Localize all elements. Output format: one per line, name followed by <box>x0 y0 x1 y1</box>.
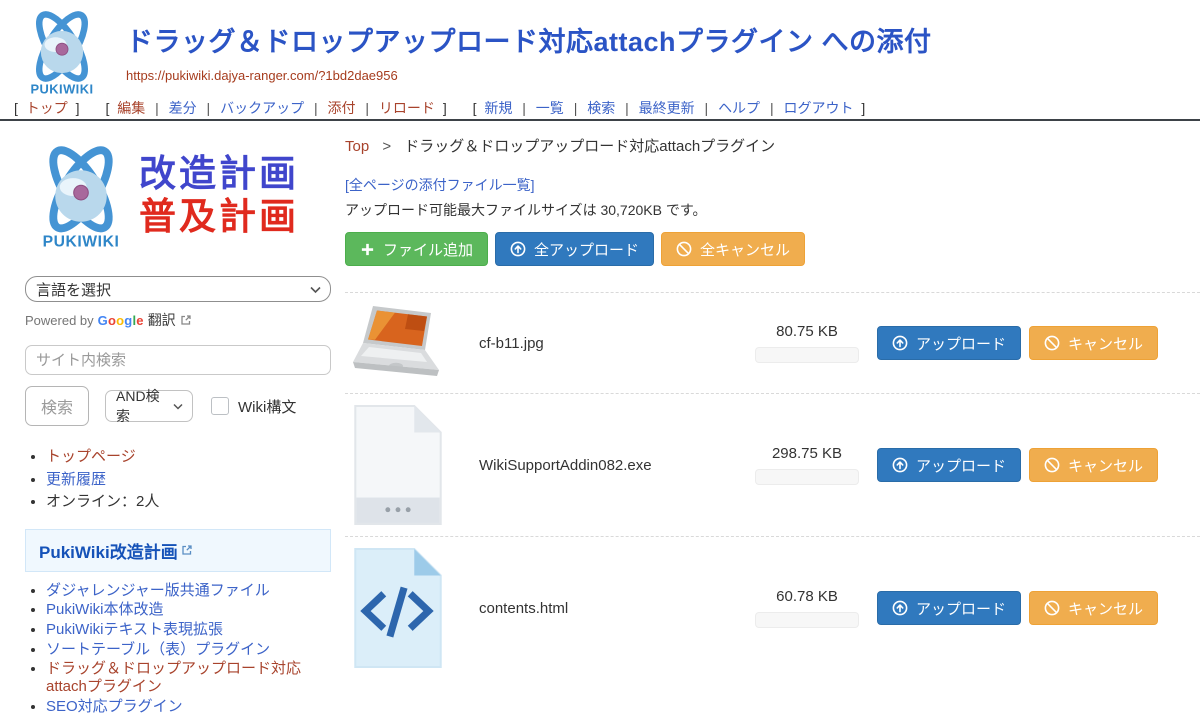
breadcrumb-current: ドラッグ＆ドロップアップロード対応attachプラグイン <box>404 138 775 155</box>
pukiwiki-atom-icon: PUKIWIKI <box>25 140 137 252</box>
external-link-icon <box>180 314 192 326</box>
upload-button[interactable]: アップロード <box>877 326 1021 360</box>
page-title: ドラッグ＆ドロップアップロード対応attachプラグイン への添付 <box>126 20 932 59</box>
nav-search[interactable]: 検索 <box>587 100 615 116</box>
banner-line2: 普及計画 <box>139 196 299 239</box>
list-item: ドラッグ＆ドロップアップロード対応attachプラグイン <box>46 660 331 695</box>
chevron-down-icon <box>173 403 183 410</box>
search-mode-select[interactable]: AND検索 <box>105 390 193 422</box>
table-row: WikiSupportAddin082.exe 298.75 KB アップロード <box>345 393 1200 536</box>
top-navbar: [ トップ ] [ 編集 | 差分 | バックアップ | 添付 | リロード ]… <box>10 98 883 118</box>
ban-icon <box>1044 457 1060 473</box>
sidebar-link-core-mod[interactable]: PukiWiki本体改造 <box>46 601 164 618</box>
nav-top[interactable]: トップ <box>26 100 68 116</box>
list-item: 更新履歴 <box>46 470 331 490</box>
upload-circle-icon <box>892 600 908 616</box>
upload-queue: cf-b11.jpg 80.75 KB アップロード <box>345 292 1200 679</box>
ban-icon <box>1044 600 1060 616</box>
sidebar-link-sort-table[interactable]: ソートテーブル（表）プラグイン <box>46 641 270 658</box>
breadcrumb: Top > ドラッグ＆ドロップアップロード対応attachプラグイン <box>345 130 1200 156</box>
list-item: SEO対応プラグイン <box>46 698 331 716</box>
site-search-input[interactable] <box>25 345 331 375</box>
upload-all-button[interactable]: 全アップロード <box>495 232 654 266</box>
all-attachments-link[interactable]: [全ページの添付ファイル一覧] <box>345 175 535 195</box>
ban-icon <box>676 241 692 257</box>
add-file-button[interactable]: ファイル追加 <box>345 232 488 266</box>
laptop-photo-thumbnail <box>353 303 445 383</box>
list-item: オンライン：2人 <box>46 492 331 512</box>
sidebar-link-text-ext[interactable]: PukiWikiテキスト表現拡張 <box>46 621 223 638</box>
upload-actions: ファイル追加 全アップロード 全キャンセル <box>345 232 1200 266</box>
max-upload-size-text: アップロード可能最大ファイルサイズは 30,720KB です。 <box>345 200 1200 220</box>
google-logo: Google <box>98 313 144 328</box>
upload-button[interactable]: アップロード <box>877 448 1021 482</box>
cancel-all-button[interactable]: 全キャンセル <box>661 232 805 266</box>
google-translate-attribution[interactable]: Powered by Google 翻訳 <box>25 310 331 330</box>
table-row: contents.html 60.78 KB アップロード <box>345 536 1200 679</box>
nav-new[interactable]: 新規 <box>484 100 512 116</box>
nav-backup[interactable]: バックアップ <box>220 100 304 116</box>
language-select[interactable]: 言語を選択 <box>25 276 331 302</box>
file-name: contents.html <box>479 600 755 617</box>
pukiwiki-logo[interactable]: PUKIWIKI <box>16 5 108 99</box>
banner-line1: 改造計画 <box>139 153 299 196</box>
list-item: トップページ <box>46 447 331 467</box>
upload-circle-icon <box>892 457 908 473</box>
generic-file-icon <box>353 404 443 526</box>
upload-button[interactable]: アップロード <box>877 591 1021 625</box>
cancel-button[interactable]: キャンセル <box>1029 448 1158 482</box>
sidebar-link-common-files[interactable]: ダジャレンジャー版共通ファイル <box>46 582 270 599</box>
wiki-syntax-label: Wiki構文 <box>238 396 296 417</box>
header-divider <box>0 119 1200 121</box>
wiki-syntax-checkbox[interactable] <box>211 397 229 415</box>
cancel-button[interactable]: キャンセル <box>1029 326 1158 360</box>
page-url-link[interactable]: https://pukiwiki.dajya-ranger.com/?1bd2d… <box>126 68 398 83</box>
upload-circle-icon <box>892 335 908 351</box>
file-name: WikiSupportAddin082.exe <box>479 457 755 474</box>
nav-diff[interactable]: 差分 <box>169 100 197 116</box>
logo-wordmark: PUKIWIKI <box>30 81 93 96</box>
nav-list[interactable]: 一覧 <box>536 100 564 116</box>
external-link-icon <box>181 544 193 556</box>
upload-circle-icon <box>510 241 526 257</box>
file-size: 298.75 KB <box>755 445 859 462</box>
cancel-button[interactable]: キャンセル <box>1029 591 1158 625</box>
nav-logout[interactable]: ログアウト <box>783 100 853 116</box>
sidebar-section-header[interactable]: PukiWiki改造計画 <box>25 529 331 572</box>
sidebar-quick-links: トップページ 更新履歴 オンライン：2人 <box>25 447 331 512</box>
code-file-icon <box>353 547 443 669</box>
chevron-down-icon <box>310 286 321 294</box>
file-size: 80.75 KB <box>755 323 859 340</box>
ban-icon <box>1044 335 1060 351</box>
banner-logo-wordmark: PUKIWIKI <box>43 233 120 250</box>
sidebar-link-seo-plugin[interactable]: SEO対応プラグイン <box>46 698 183 715</box>
nav-edit[interactable]: 編集 <box>117 100 145 116</box>
nav-recent[interactable]: 最終更新 <box>639 100 695 116</box>
sidebar-banner[interactable]: PUKIWIKI 改造計画 普及計画 <box>25 138 331 254</box>
progress-bar <box>755 612 859 628</box>
nav-help[interactable]: ヘルプ <box>718 100 760 116</box>
main-content: Top > ドラッグ＆ドロップアップロード対応attachプラグイン [全ページ… <box>345 130 1200 679</box>
list-item: ソートテーブル（表）プラグイン <box>46 641 331 659</box>
sidebar: PUKIWIKI 改造計画 普及計画 言語を選択 Powered by Goog… <box>25 138 331 717</box>
breadcrumb-home[interactable]: Top <box>345 138 369 155</box>
file-name: cf-b11.jpg <box>479 335 755 352</box>
progress-bar <box>755 469 859 485</box>
sidebar-link-update-history[interactable]: 更新履歴 <box>46 471 106 488</box>
list-item: PukiWiki本体改造 <box>46 601 331 619</box>
nav-attach[interactable]: 添付 <box>328 100 356 116</box>
online-count: オンライン：2人 <box>46 493 159 510</box>
sidebar-link-top-page[interactable]: トップページ <box>46 448 136 465</box>
search-button[interactable]: 検索 <box>25 386 89 426</box>
sidebar-section-title: PukiWiki改造計画 <box>39 538 193 563</box>
progress-bar <box>755 347 859 363</box>
banner-words: 改造計画 普及計画 <box>139 153 299 238</box>
table-row: cf-b11.jpg 80.75 KB アップロード <box>345 292 1200 393</box>
sidebar-link-dnd-attach[interactable]: ドラッグ＆ドロップアップロード対応attachプラグイン <box>46 660 301 695</box>
list-item: ダジャレンジャー版共通ファイル <box>46 582 331 600</box>
plus-icon <box>360 242 375 257</box>
sidebar-plugin-links: ダジャレンジャー版共通ファイル PukiWiki本体改造 PukiWikiテキス… <box>25 582 331 716</box>
nav-reload[interactable]: リロード <box>379 100 435 116</box>
file-size: 60.78 KB <box>755 588 859 605</box>
